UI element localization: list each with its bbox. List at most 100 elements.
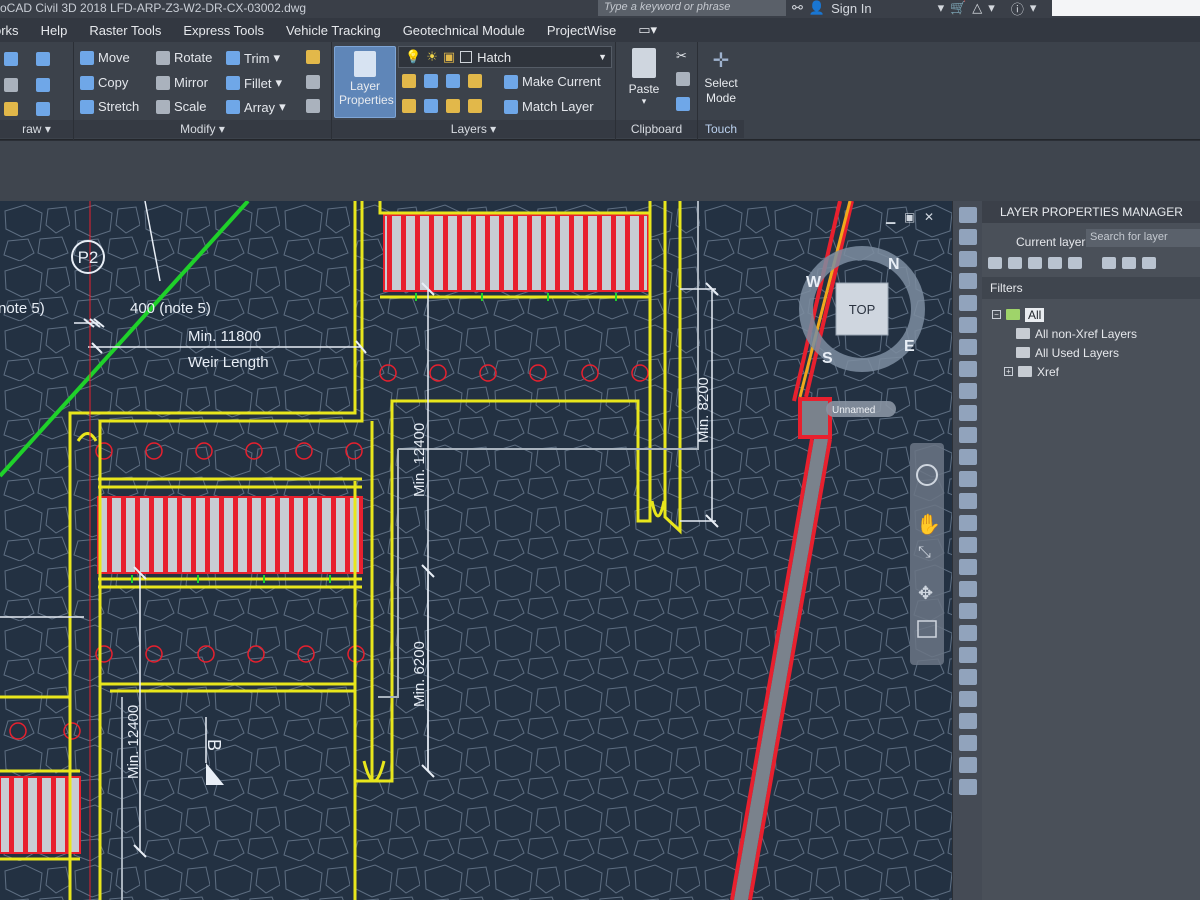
paint-tool-icon[interactable] (958, 713, 977, 729)
set-current-icon[interactable] (1122, 257, 1136, 269)
copy-button[interactable]: Copy (80, 75, 128, 90)
refresh-icon[interactable] (1142, 257, 1156, 269)
new-group-filter-icon[interactable] (1008, 257, 1022, 269)
layer-on-icon[interactable] (402, 99, 416, 113)
insert-tool-icon[interactable] (958, 537, 977, 553)
binoculars-icon[interactable]: ⚯ (792, 0, 803, 16)
menu-item-works[interactable]: orks (0, 23, 19, 38)
polyline-tool-icon[interactable] (958, 295, 977, 311)
help-icon[interactable]: ⓘ (1011, 0, 1024, 18)
fillet-button[interactable]: Fillet ▾ (226, 75, 282, 91)
layer-unlock-icon[interactable] (468, 99, 482, 113)
arrow-tool-icon[interactable] (958, 273, 977, 289)
menu-toggle-icon[interactable]: ▭▾ (638, 22, 657, 38)
measure-tool-icon[interactable] (958, 669, 977, 685)
paste-button[interactable]: Paste ▾ (624, 46, 664, 116)
select-mode-button[interactable]: ✛ Select Mode (700, 46, 742, 116)
triangle-icon[interactable]: △ (972, 0, 982, 16)
scale-button[interactable]: Scale (156, 99, 207, 114)
menu-item-vehicle-tracking[interactable]: Vehicle Tracking (286, 23, 381, 38)
align-tool-icon[interactable] (958, 691, 977, 707)
erase-button[interactable] (306, 50, 320, 64)
menu-item-geotechnical[interactable]: Geotechnical Module (403, 23, 525, 38)
copy-clip-icon[interactable] (676, 72, 690, 86)
array-button[interactable]: Array ▾ (226, 99, 286, 115)
menu-item-raster-tools[interactable]: Raster Tools (89, 23, 161, 38)
select-tool-icon[interactable] (958, 207, 977, 223)
snap-tool-icon[interactable] (958, 361, 977, 377)
boundary-icon[interactable] (36, 102, 50, 116)
menu-item-express-tools[interactable]: Express Tools (183, 23, 264, 38)
dropdown-icon[interactable]: ▾ (1030, 0, 1037, 16)
intersection-tool-icon[interactable] (958, 493, 977, 509)
dropdown-icon[interactable]: ▾ (938, 0, 945, 16)
endpoint-tool-icon[interactable] (958, 383, 977, 399)
tree-item-non-xref[interactable]: All non-Xref Layers (992, 324, 1137, 343)
collapse-icon[interactable]: − (992, 310, 1001, 319)
draw-panel-title[interactable]: raw ▾ (0, 120, 73, 138)
ellipse-icon[interactable] (36, 78, 50, 92)
hatch-draw-icon[interactable] (4, 102, 18, 116)
close-icon[interactable]: ✕ (924, 210, 934, 224)
match-layer-button[interactable]: Match Layer (504, 99, 594, 114)
minimize-icon[interactable]: ▁ (885, 210, 896, 224)
make-current-button[interactable]: Make Current (504, 74, 601, 89)
arc-icon[interactable] (4, 52, 18, 66)
dropdown-icon[interactable]: ▾ (988, 0, 995, 16)
layer-isolate-icon[interactable] (424, 74, 438, 88)
layer-search-input[interactable]: Search for layer (1086, 229, 1200, 247)
stretch-button[interactable]: Stretch (80, 99, 139, 114)
layer-thaw-icon[interactable] (446, 99, 460, 113)
layer-off-icon[interactable] (402, 74, 416, 88)
circle-icon[interactable] (4, 78, 18, 92)
current-layer-dropdown[interactable]: 💡 ☀ ▣ Hatch ▼ (398, 46, 612, 68)
nearest-tool-icon[interactable] (958, 603, 977, 619)
node-tool-icon[interactable] (958, 449, 977, 465)
globe-tool-icon[interactable] (958, 339, 977, 355)
transform-tool-icon[interactable] (958, 757, 977, 773)
parallel-tool-icon[interactable] (958, 647, 977, 663)
expand-icon[interactable]: + (1004, 367, 1013, 376)
drawing-canvas[interactable]: P2 note 5) 400 (note 5) Min. 11800 Weir … (0, 201, 952, 900)
extension-tool-icon[interactable] (958, 515, 977, 531)
apparent-tool-icon[interactable] (958, 625, 977, 641)
help-search-input[interactable]: Type a keyword or phrase (598, 0, 786, 16)
tree-item-all[interactable]: − All (992, 305, 1137, 324)
menu-item-projectwise[interactable]: ProjectWise (547, 23, 616, 38)
layers-panel-title[interactable]: Layers ▾ (332, 120, 615, 138)
touch-panel-title[interactable]: Touch (698, 120, 744, 138)
menu-item-help[interactable]: Help (41, 23, 68, 38)
zoom-icon[interactable]: ⤡ (918, 544, 931, 561)
clipboard-panel-title[interactable]: Clipboard (616, 120, 697, 138)
orbit-icon[interactable]: ✥ (918, 583, 933, 603)
quadrant-tool-icon[interactable] (958, 471, 977, 487)
layer-unisolate-icon[interactable] (424, 99, 438, 113)
navigation-bar[interactable]: ✋ ⤡ ✥ (910, 443, 944, 665)
tree-item-used-layers[interactable]: All Used Layers (992, 343, 1137, 362)
mirror-button[interactable]: Mirror (156, 75, 208, 90)
pointer-tool-icon[interactable] (958, 229, 977, 245)
new-property-filter-icon[interactable] (988, 257, 1002, 269)
offset-button[interactable] (306, 99, 320, 113)
layer-states-icon[interactable] (1028, 257, 1042, 269)
pan-hand-icon[interactable]: ✋ (916, 512, 941, 536)
tangent-tool-icon[interactable] (958, 581, 977, 597)
sign-in-link[interactable]: Sign In (831, 1, 871, 16)
layer-freeze-icon[interactable] (446, 74, 460, 88)
explode-button[interactable] (306, 75, 320, 89)
reference-tool-icon[interactable] (958, 779, 977, 795)
cart-icon[interactable]: 🛒 (950, 0, 966, 16)
lasso-tool-icon[interactable] (958, 251, 977, 267)
circle-tool-icon[interactable] (958, 317, 977, 333)
polygon-icon[interactable] (36, 52, 50, 66)
layer-properties-button[interactable]: Layer Properties (334, 46, 396, 118)
move-button[interactable]: Move (80, 50, 130, 65)
trim-button[interactable]: Trim ▾ (226, 50, 280, 66)
center-tool-icon[interactable] (958, 427, 977, 443)
layer-lock-icon[interactable] (468, 74, 482, 88)
rotate-button[interactable]: Rotate (156, 50, 212, 65)
tree-item-xref[interactable]: + Xref (992, 362, 1137, 381)
cut-icon[interactable]: ✂ (676, 48, 687, 64)
new-layer-icon[interactable] (1048, 257, 1062, 269)
settings-tool-icon[interactable] (958, 735, 977, 751)
